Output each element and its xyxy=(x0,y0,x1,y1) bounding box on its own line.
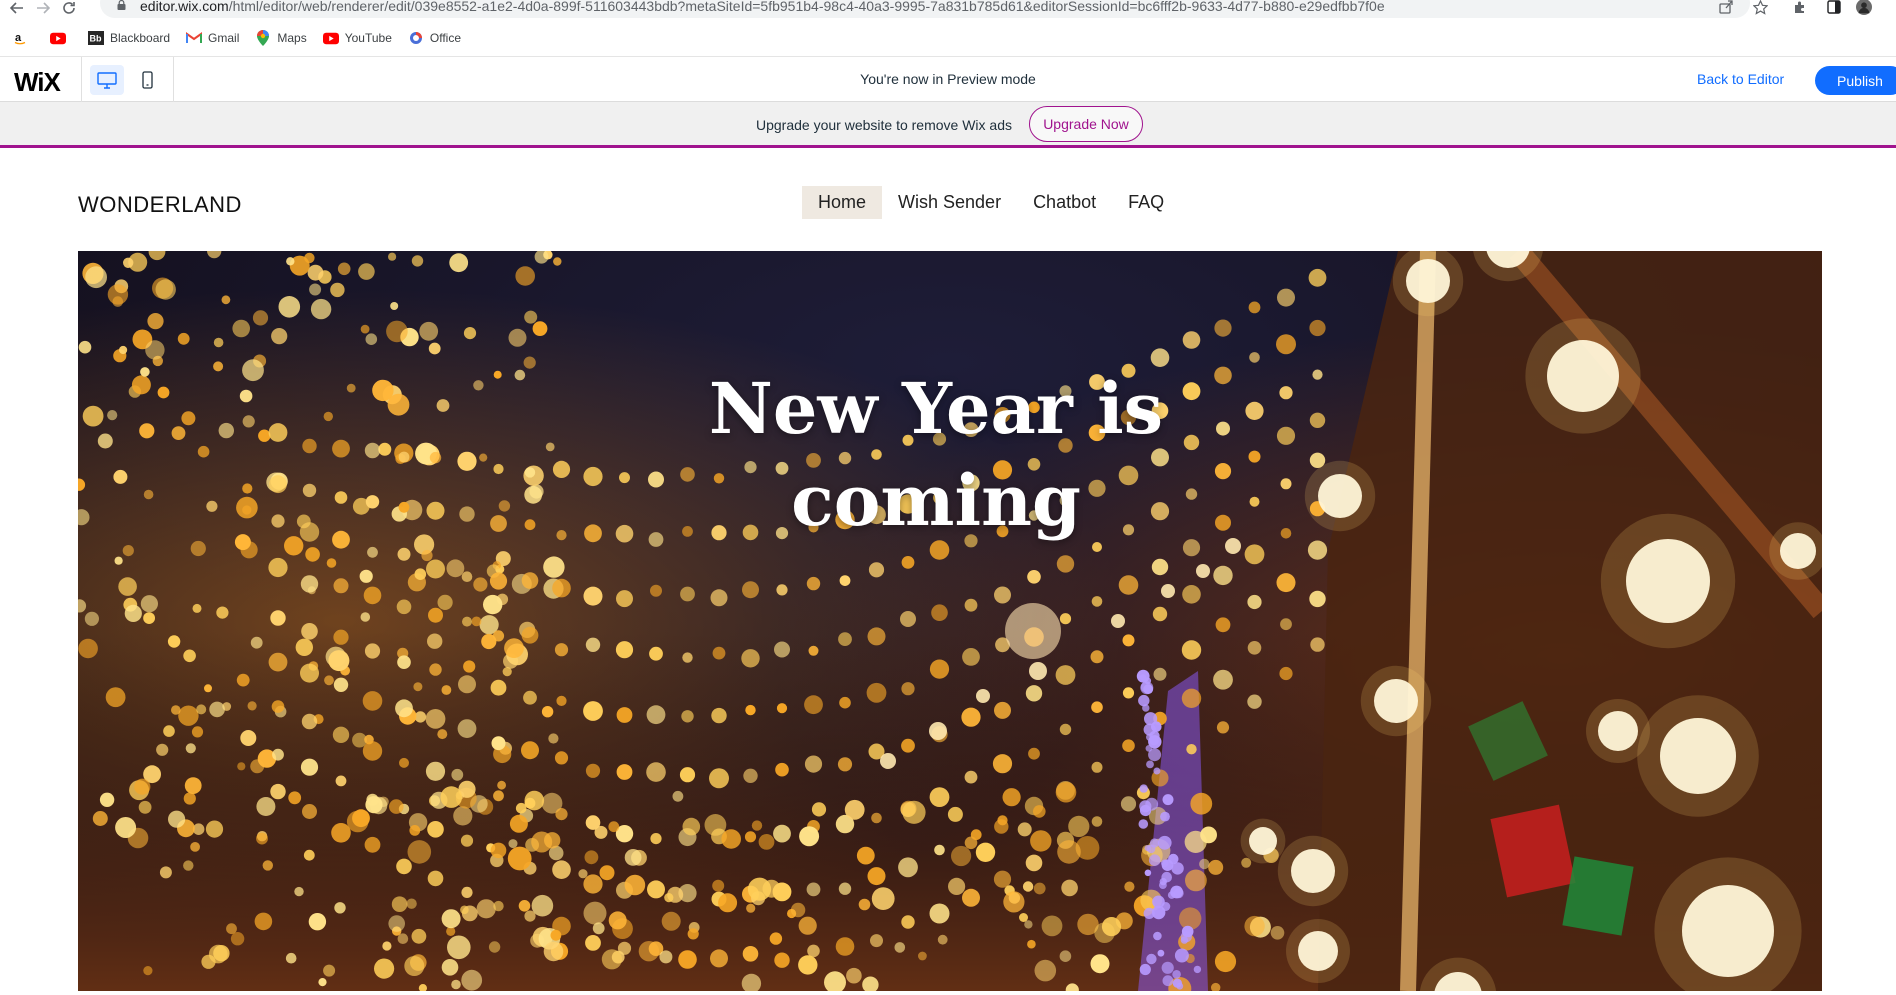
site-logo[interactable]: WONDERLAND xyxy=(78,192,242,218)
amazon-icon: a xyxy=(12,30,28,46)
share-icon[interactable] xyxy=(1718,0,1734,15)
nav-item-faq[interactable]: FAQ xyxy=(1112,186,1180,219)
url-text[interactable]: editor.wix.com/html/editor/web/renderer/… xyxy=(140,0,1385,14)
nav-item-chatbot[interactable]: Chatbot xyxy=(1017,186,1112,219)
bookmark-maps[interactable]: Maps xyxy=(255,22,307,54)
lock-icon xyxy=(117,0,126,10)
upgrade-now-button[interactable]: Upgrade Now xyxy=(1029,106,1143,142)
reload-icon[interactable] xyxy=(60,0,78,16)
back-arrow-icon[interactable] xyxy=(8,0,26,16)
maps-icon xyxy=(255,30,271,46)
hero-title: New Year is coming xyxy=(78,363,1794,547)
youtube-icon xyxy=(50,30,66,46)
bookmark-office[interactable]: Office xyxy=(408,22,461,54)
url-host: editor.wix.com xyxy=(140,0,229,14)
bookmark-youtube-2[interactable]: YouTube xyxy=(322,22,392,54)
upgrade-banner: Upgrade your website to remove Wix ads U… xyxy=(0,102,1896,148)
bookmark-gmail[interactable]: Gmail xyxy=(186,22,239,54)
blackboard-icon: Bb xyxy=(88,30,104,46)
back-to-editor-link[interactable]: Back to Editor xyxy=(1697,71,1784,87)
sidepanel-icon[interactable] xyxy=(1826,0,1842,15)
browser-toolbar: editor.wix.com/html/editor/web/renderer/… xyxy=(0,0,1896,20)
hero-section: New Year is coming xyxy=(78,251,1822,991)
youtube-icon xyxy=(322,30,339,46)
site-nav: Home Wish Sender Chatbot FAQ xyxy=(802,186,1180,219)
upgrade-message: Upgrade your website to remove Wix ads xyxy=(756,117,1012,133)
svg-text:Bb: Bb xyxy=(90,34,102,44)
office-icon xyxy=(408,30,424,46)
bookmarks-bar: a Bb Blackboard Gmail Maps YouTube Offic… xyxy=(0,22,1896,54)
extensions-icon[interactable] xyxy=(1792,0,1808,15)
hero-title-line-2: coming xyxy=(791,459,1081,542)
hero-background-image xyxy=(78,251,1822,991)
bookmark-blackboard[interactable]: Bb Blackboard xyxy=(88,22,170,54)
bookmark-amazon[interactable]: a xyxy=(12,22,34,54)
publish-button[interactable]: Publish xyxy=(1815,66,1896,95)
bookmark-youtube-1[interactable] xyxy=(50,22,72,54)
profile-avatar-icon[interactable] xyxy=(1856,0,1872,15)
nav-item-home[interactable]: Home xyxy=(802,186,883,219)
url-path: /html/editor/web/renderer/edit/039e8552-… xyxy=(228,0,1385,14)
page-bottom xyxy=(0,991,1896,995)
svg-text:a: a xyxy=(15,32,22,44)
wix-preview-bar: WiX You're now in Preview mode Back to E… xyxy=(0,56,1896,102)
gmail-icon xyxy=(186,30,203,46)
hero-title-line-1: New Year is xyxy=(708,367,1164,450)
forward-arrow-icon[interactable] xyxy=(34,0,52,16)
star-icon[interactable] xyxy=(1752,0,1768,15)
preview-mode-message: You're now in Preview mode xyxy=(860,71,1036,87)
nav-item-wish-sender[interactable]: Wish Sender xyxy=(882,186,1017,219)
